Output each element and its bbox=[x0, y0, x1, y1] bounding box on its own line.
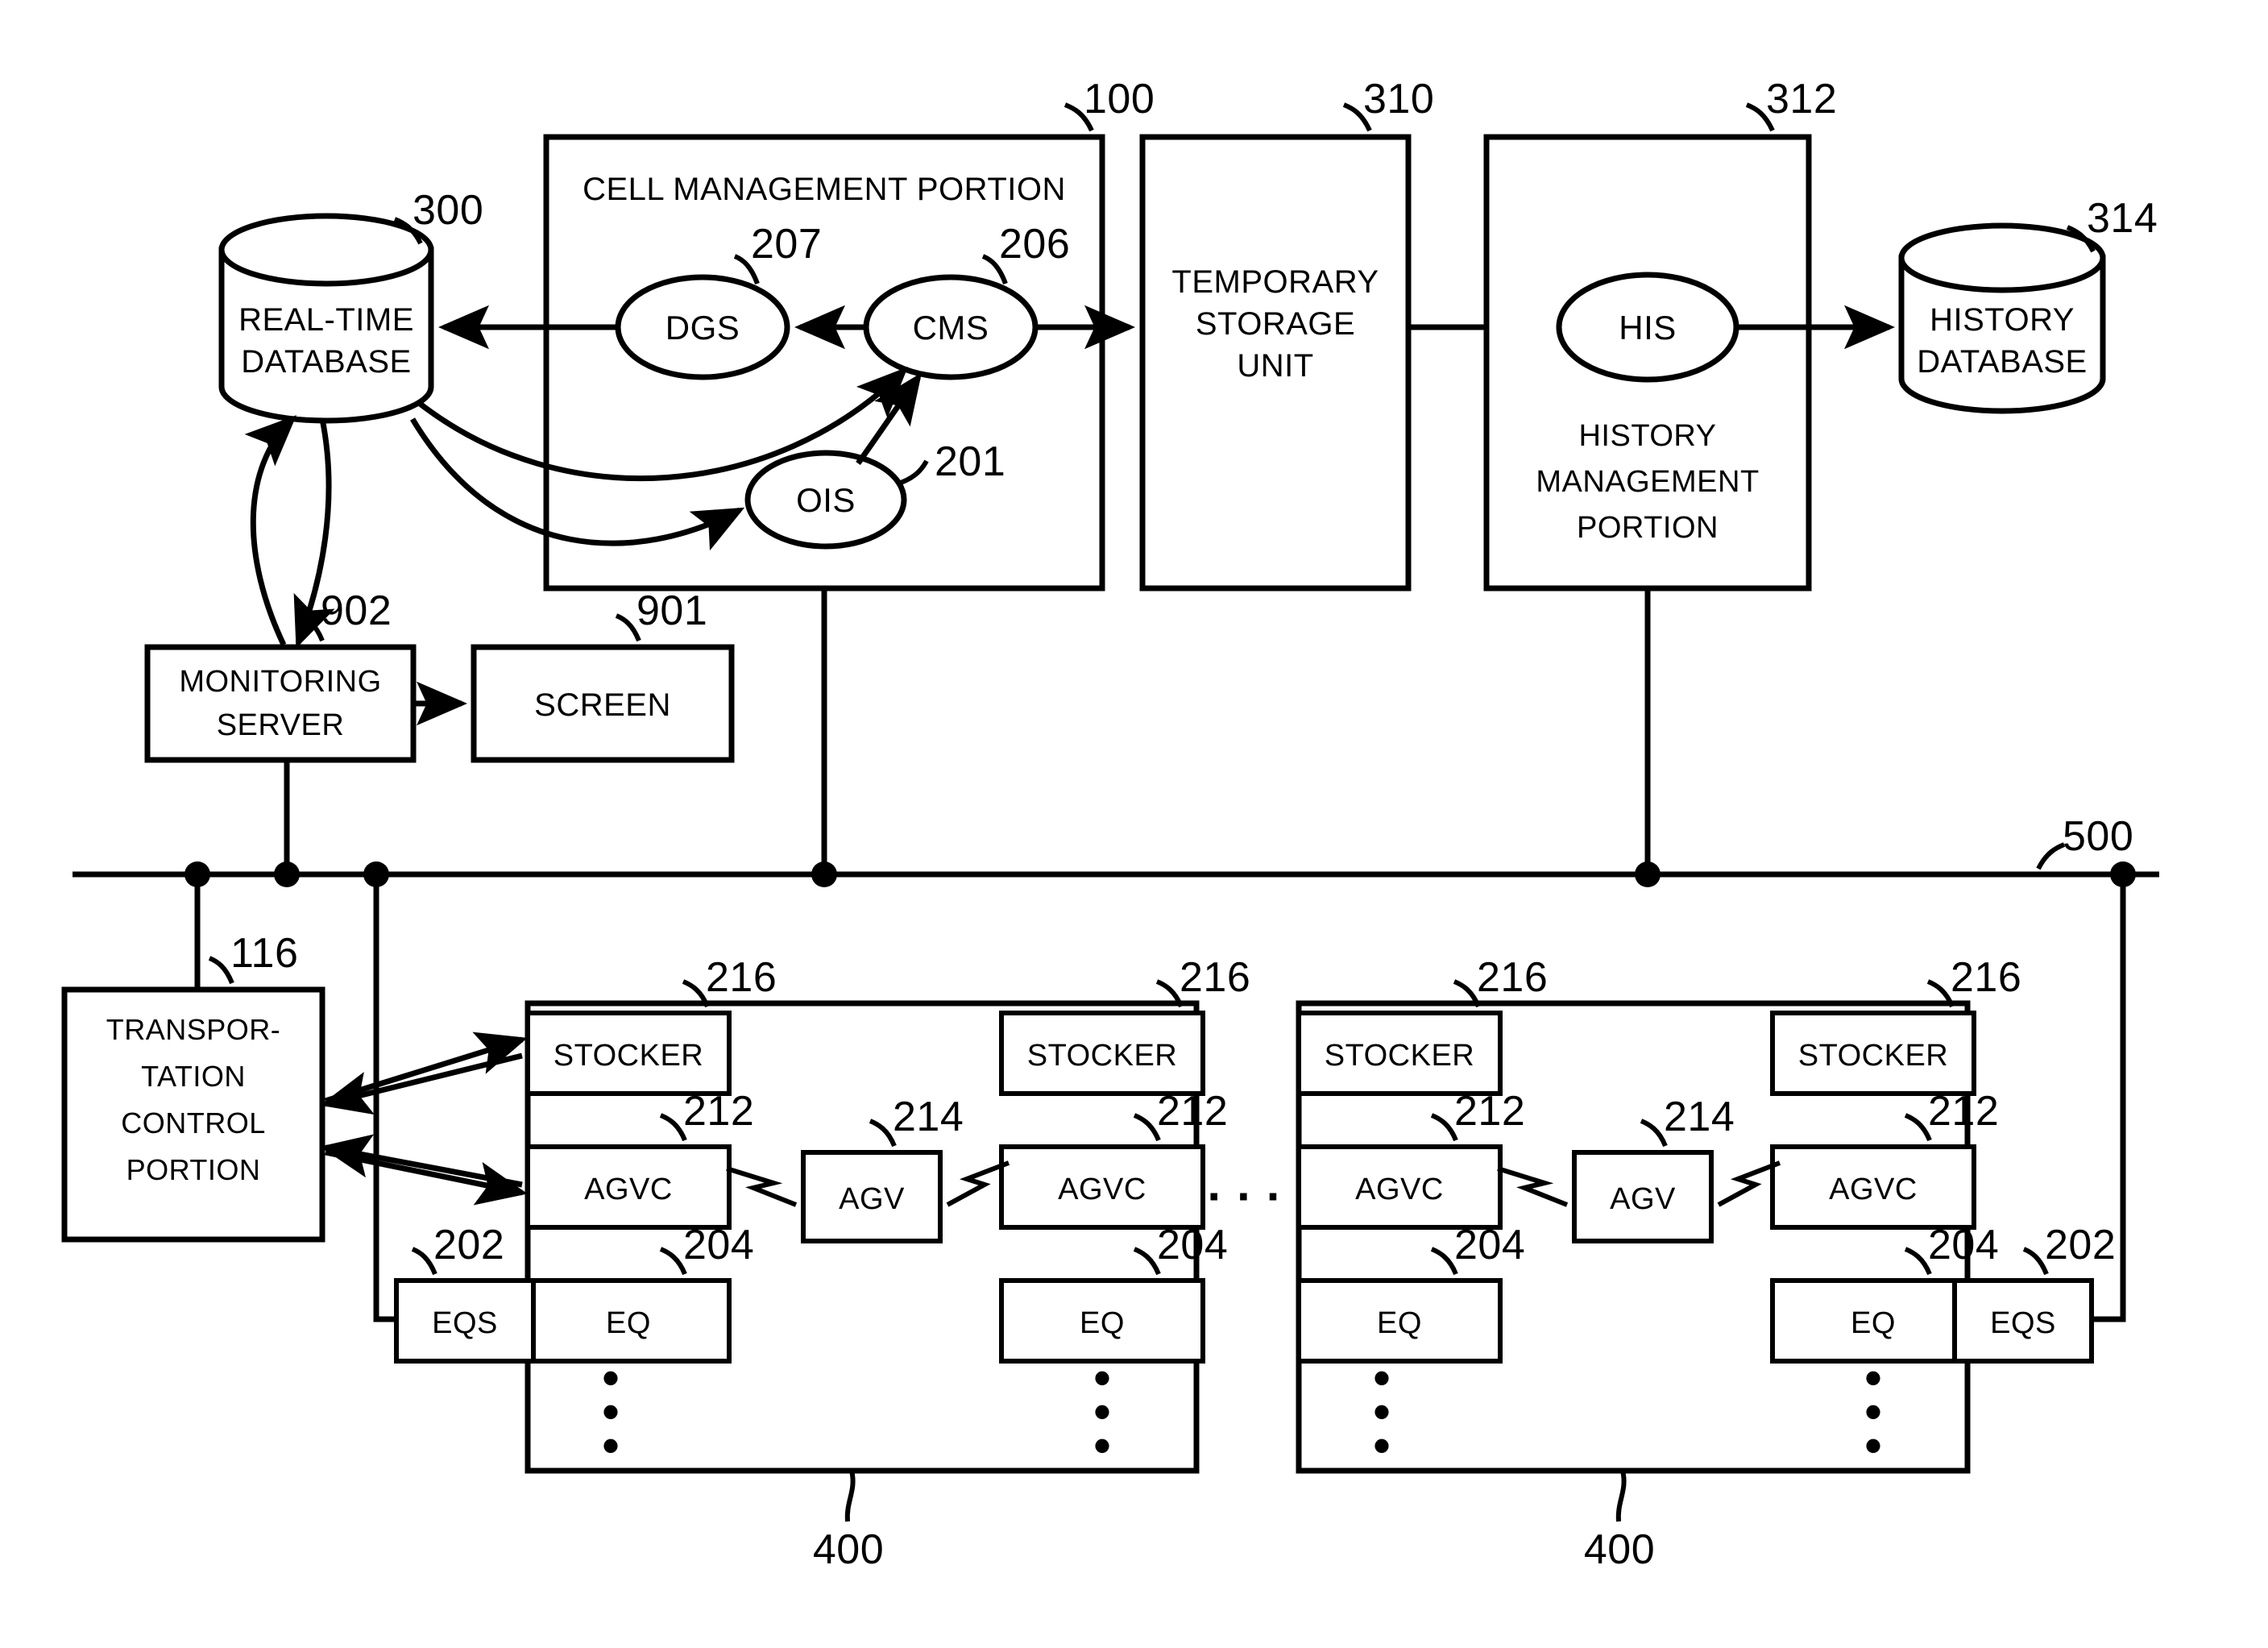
cell-group-1-eq-left-label: EQ bbox=[606, 1306, 651, 1340]
cell-group-1-ref-212-left: 212 bbox=[683, 1088, 754, 1135]
ref-314: 314 bbox=[2087, 195, 2158, 242]
cell-management-portion-title: CELL MANAGEMENT PORTION bbox=[583, 172, 1066, 207]
cell-group-2-agv-label: AGV bbox=[1610, 1182, 1676, 1216]
temporary-storage-unit: TEMPORARY STORAGE UNIT bbox=[1139, 134, 1412, 592]
cell-group-1-stocker-left-label: STOCKER bbox=[554, 1039, 704, 1073]
transportation-control-portion-label-line2: TATION bbox=[141, 1060, 246, 1093]
transportation-control-portion-label-line4: PORTION bbox=[126, 1153, 261, 1186]
temporary-storage-unit-label-line2: STORAGE bbox=[1196, 306, 1355, 342]
cell-group-1-ref-216-right: 216 bbox=[1180, 954, 1250, 1001]
cell-group-2-ellipsis-right-3: • bbox=[1864, 1418, 1881, 1472]
node-dgs-label: DGS bbox=[665, 309, 740, 347]
history-database: HISTORY DATABASE bbox=[1898, 222, 2106, 414]
cell-group-2-eq-right-label: EQ bbox=[1851, 1306, 1896, 1340]
cell-group-2-eq-left-label: EQ bbox=[1377, 1306, 1422, 1340]
cell-group-1-ref-400: 400 bbox=[813, 1526, 884, 1573]
figure-canvas: REAL-TIME DATABASE 300 CELL MANAGEMENT P… bbox=[0, 0, 2268, 1648]
arrow-stocker-to-transport bbox=[320, 1052, 523, 1115]
cell-group-1-stocker-right-label: STOCKER bbox=[1027, 1039, 1178, 1073]
cell-group-1-ref-214: 214 bbox=[893, 1094, 964, 1140]
cell-group-2-ref-214: 214 bbox=[1664, 1094, 1735, 1140]
screen-label: SCREEN bbox=[534, 687, 671, 723]
arrow-agvc-to-transport bbox=[320, 1134, 523, 1188]
bus-drop-eqs-left bbox=[373, 874, 396, 1322]
ref-206: 206 bbox=[999, 221, 1070, 268]
monitoring-server: MONITORING SERVER bbox=[144, 644, 417, 763]
history-database-label-line1: HISTORY bbox=[1930, 302, 2075, 338]
monitoring-server-label-line2: SERVER bbox=[217, 708, 345, 742]
temporary-storage-unit-label-line1: TEMPORARY bbox=[1171, 264, 1379, 300]
cell-group-2-ref-212-right: 212 bbox=[1928, 1088, 1999, 1135]
ref-310: 310 bbox=[1363, 76, 1434, 122]
arrow-transport-to-agvc bbox=[325, 1149, 528, 1206]
screen: SCREEN bbox=[471, 644, 735, 763]
arrow-transport-to-stocker bbox=[324, 1032, 528, 1104]
cell-group-1-ref-212-right: 212 bbox=[1157, 1088, 1228, 1135]
ref-300: 300 bbox=[413, 187, 483, 234]
history-management-portion-label-line1: HISTORY bbox=[1578, 419, 1716, 453]
ref-901: 901 bbox=[636, 587, 707, 634]
real-time-database-label-line2: DATABASE bbox=[241, 344, 411, 380]
cell-group-2-ref-204-left: 204 bbox=[1454, 1222, 1525, 1268]
patent-diagram: REAL-TIME DATABASE 300 CELL MANAGEMENT P… bbox=[61, 76, 2159, 1573]
node-cms-label: CMS bbox=[913, 309, 989, 347]
cell-group-1-ref-204-left: 204 bbox=[683, 1222, 754, 1268]
ref-312: 312 bbox=[1766, 76, 1837, 122]
node-cms: CMS bbox=[863, 274, 1039, 380]
cell-groups-separator: · · · bbox=[1207, 1169, 1282, 1223]
ref-902: 902 bbox=[321, 587, 392, 634]
cell-group-2-ref-216-right: 216 bbox=[1951, 954, 2021, 1001]
cell-group-2: STOCKER AGVC EQ STOCKER AGVC EQ AGV • • … bbox=[1296, 1000, 1976, 1474]
transportation-control-portion-label-line3: CONTROL bbox=[121, 1106, 266, 1139]
cell-group-2-stocker-left-label: STOCKER bbox=[1325, 1039, 1475, 1073]
cell-group-2-agvc-left-label: AGVC bbox=[1355, 1173, 1444, 1206]
cell-group-2-ref-212-left: 212 bbox=[1454, 1088, 1525, 1135]
history-management-portion-label-line2: MANAGEMENT bbox=[1536, 465, 1759, 499]
cell-group-1-agv-label: AGV bbox=[839, 1182, 905, 1216]
eqs-left-ref-202: 202 bbox=[433, 1222, 504, 1268]
cell-group-2-ref-204-right: 204 bbox=[1928, 1222, 1999, 1268]
ref-116: 116 bbox=[230, 930, 298, 977]
cell-group-1-ellipsis-right-3: • bbox=[1093, 1418, 1110, 1472]
eqs-right: EQS bbox=[1952, 1278, 2094, 1364]
temporary-storage-unit-label-line3: UNIT bbox=[1237, 348, 1313, 384]
ref-100: 100 bbox=[1084, 76, 1155, 122]
cell-group-1-ref-216-left: 216 bbox=[706, 954, 777, 1001]
cell-group-1-ref-204-right: 204 bbox=[1157, 1222, 1228, 1268]
history-database-label-line2: DATABASE bbox=[1917, 344, 2087, 380]
cell-group-2-ref-216-left: 216 bbox=[1477, 954, 1548, 1001]
eqs-left-label: EQS bbox=[432, 1306, 498, 1340]
cell-group-1-agvc-left-label: AGVC bbox=[584, 1173, 673, 1206]
cell-group-1-eq-right-label: EQ bbox=[1080, 1306, 1125, 1340]
eqs-right-label: EQS bbox=[1990, 1306, 2056, 1340]
node-dgs: DGS bbox=[615, 274, 790, 380]
history-management-portion-node-label: HIS bbox=[1619, 309, 1677, 347]
transportation-control-portion-label-line1: TRANSPOR- bbox=[106, 1013, 281, 1046]
ref-207: 207 bbox=[751, 221, 822, 268]
history-management-portion: HIS HISTORY MANAGEMENT PORTION bbox=[1483, 134, 1812, 592]
ref-201: 201 bbox=[935, 438, 1005, 485]
eqs-left: EQS bbox=[394, 1278, 536, 1364]
cell-group-1: STOCKER AGVC EQ STOCKER AGVC EQ AGV • • … bbox=[525, 1000, 1205, 1474]
real-time-database: REAL-TIME DATABASE bbox=[218, 213, 434, 424]
cell-group-2-ellipsis-left-3: • bbox=[1373, 1418, 1390, 1472]
arrow-monitoring-server-to-realtime-db bbox=[244, 415, 297, 646]
cell-group-1-ellipsis-left-3: • bbox=[602, 1418, 619, 1472]
transportation-control-portion: TRANSPOR- TATION CONTROL PORTION bbox=[61, 986, 325, 1243]
cell-group-2-agvc-right-label: AGVC bbox=[1829, 1173, 1918, 1206]
node-ois-label: OIS bbox=[796, 481, 856, 519]
node-ois: OIS bbox=[744, 450, 907, 550]
ref-500: 500 bbox=[2063, 813, 2133, 860]
cell-group-2-stocker-right-label: STOCKER bbox=[1798, 1039, 1949, 1073]
cell-group-1-agvc-right-label: AGVC bbox=[1058, 1173, 1146, 1206]
cell-group-2-ref-400: 400 bbox=[1584, 1526, 1655, 1573]
eqs-right-ref-202: 202 bbox=[2045, 1222, 2116, 1268]
monitoring-server-label-line1: MONITORING bbox=[179, 665, 381, 699]
real-time-database-label-line1: REAL-TIME bbox=[238, 302, 414, 338]
history-management-portion-label-line3: PORTION bbox=[1577, 511, 1719, 545]
